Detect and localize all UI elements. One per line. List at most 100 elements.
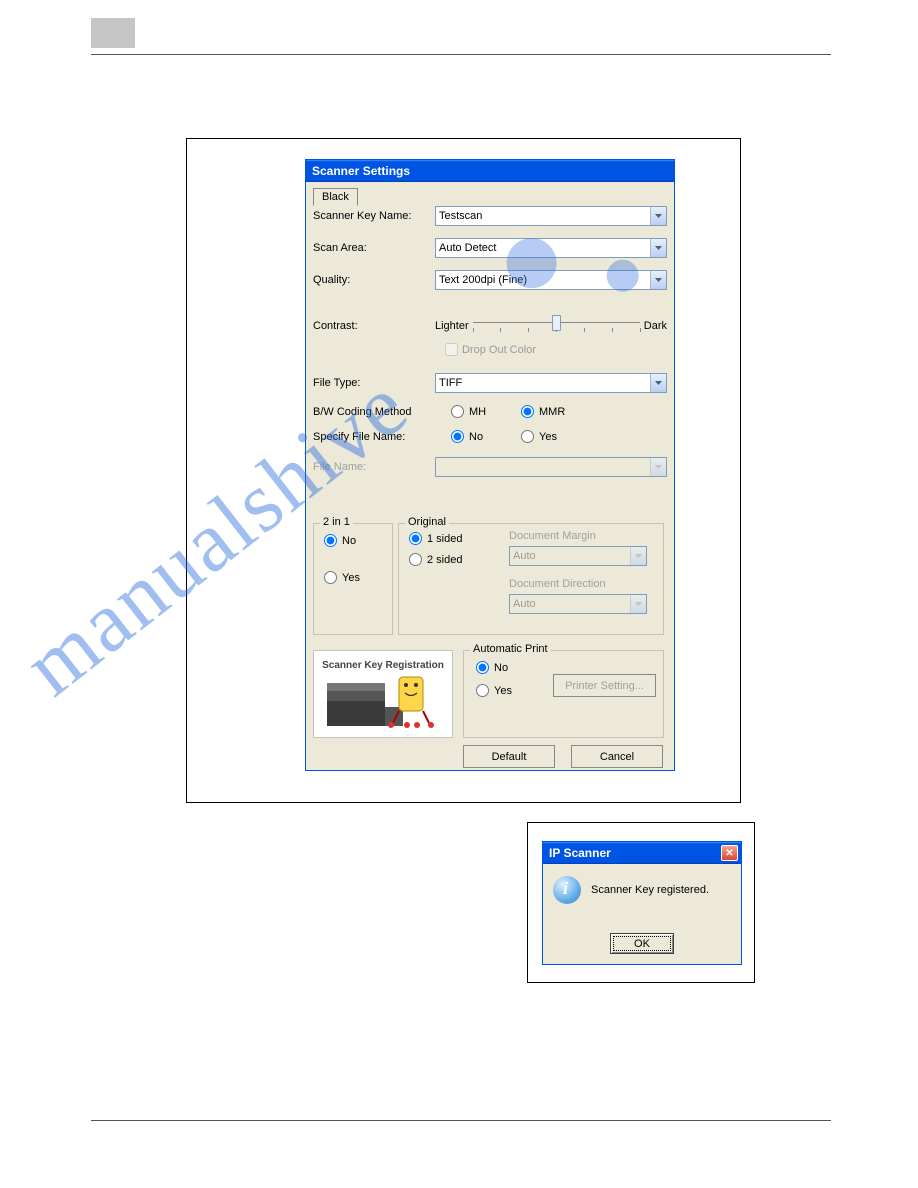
row-file-type: File Type: [313, 373, 667, 393]
quality-input[interactable] [435, 270, 667, 290]
doc-margin-input [509, 546, 647, 566]
fieldset-original: Original 1 sided 2 sided Document Margin… [398, 523, 664, 635]
doc-margin-combo [509, 546, 647, 566]
specify-file-label: Specify File Name: [313, 431, 435, 443]
info-icon [553, 876, 581, 904]
specify-yes-label: Yes [539, 431, 557, 443]
chevron-down-icon[interactable] [650, 207, 666, 225]
two-sided-option[interactable]: 2 sided [409, 553, 462, 566]
default-button[interactable]: Default [463, 745, 555, 768]
bw-coding-label: B/W Coding Method [313, 406, 435, 418]
bw-mmr-radio[interactable] [521, 405, 534, 418]
cancel-button[interactable]: Cancel [571, 745, 663, 768]
scanner-key-name-label: Scanner Key Name: [313, 210, 435, 222]
contrast-slider[interactable] [473, 314, 640, 338]
footer-rule [91, 1120, 831, 1121]
auto-no-label: No [494, 662, 508, 674]
ip-scanner-popup: IP Scanner ✕ Scanner Key registered. OK [542, 841, 742, 965]
chevron-down-icon[interactable] [650, 239, 666, 257]
bw-mh-option[interactable]: MH [435, 405, 505, 418]
scan-area-label: Scan Area: [313, 242, 435, 254]
specify-no-radio[interactable] [451, 430, 464, 443]
scanner-settings-dialog: Scanner Settings Black Scanner Key Name:… [305, 159, 675, 771]
chevron-down-icon [630, 547, 646, 565]
one-sided-label: 1 sided [427, 533, 462, 545]
dialog-titlebar: Scanner Settings [306, 160, 674, 182]
popup-message: Scanner Key registered. [591, 884, 709, 896]
dropout-label: Drop Out Color [462, 344, 536, 356]
doc-direction-label: Document Direction [509, 578, 606, 590]
one-sided-radio[interactable] [409, 532, 422, 545]
row-quality: Quality: [313, 270, 667, 290]
popup-title: IP Scanner [549, 846, 611, 860]
file-name-label: File Name: [313, 461, 435, 473]
scanner-key-name-input[interactable] [435, 206, 667, 226]
popup-frame: IP Scanner ✕ Scanner Key registered. OK [527, 822, 755, 983]
scan-area-input[interactable] [435, 238, 667, 258]
dropout-checkbox [445, 343, 458, 356]
legend-original: Original [405, 516, 449, 528]
row-dropout: Drop Out Color [441, 340, 667, 359]
row-file-name: File Name: [313, 457, 667, 477]
file-type-combo[interactable] [435, 373, 667, 393]
quality-label: Quality: [313, 274, 435, 286]
chevron-down-icon[interactable] [650, 271, 666, 289]
2in1-yes-label: Yes [342, 572, 360, 584]
2in1-no-option[interactable]: No [324, 534, 360, 547]
copier-illustration-icon [323, 673, 443, 728]
row-scan-area: Scan Area: [313, 238, 667, 258]
doc-direction-combo [509, 594, 647, 614]
two-sided-label: 2 sided [427, 554, 462, 566]
2in1-yes-option[interactable]: Yes [324, 571, 360, 584]
printer-setting-button: Printer Setting... [553, 674, 656, 697]
row-specify-file: Specify File Name: No Yes [313, 430, 667, 443]
auto-yes-radio[interactable] [476, 684, 489, 697]
dialog-title: Scanner Settings [312, 164, 410, 178]
bw-mh-radio[interactable] [451, 405, 464, 418]
file-name-combo [435, 457, 667, 477]
bw-mmr-label: MMR [539, 406, 565, 418]
specify-yes-radio[interactable] [521, 430, 534, 443]
ok-button[interactable]: OK [610, 933, 674, 954]
2in1-yes-radio[interactable] [324, 571, 337, 584]
popup-titlebar: IP Scanner ✕ [543, 842, 741, 864]
one-sided-option[interactable]: 1 sided [409, 532, 462, 545]
chevron-down-icon [630, 595, 646, 613]
doc-direction-input [509, 594, 647, 614]
scanner-key-reg-caption: Scanner Key Registration [322, 660, 444, 671]
legend-auto-print: Automatic Print [470, 643, 551, 655]
auto-no-option[interactable]: No [476, 661, 512, 674]
slider-thumb[interactable] [552, 315, 561, 331]
page-header-block [91, 18, 135, 48]
two-sided-radio[interactable] [409, 553, 422, 566]
popup-body: Scanner Key registered. [543, 864, 741, 904]
specify-no-option[interactable]: No [435, 430, 505, 443]
chevron-down-icon[interactable] [650, 374, 666, 392]
scanner-key-name-combo[interactable] [435, 206, 667, 226]
dialog-body: Scanner Key Name: Scan Area: Quality: [313, 206, 667, 763]
contrast-lighter-label: Lighter [435, 320, 469, 332]
2in1-no-label: No [342, 535, 356, 547]
scan-area-combo[interactable] [435, 238, 667, 258]
legend-2in1: 2 in 1 [320, 516, 353, 528]
fieldset-2in1: 2 in 1 No Yes [313, 523, 393, 635]
2in1-no-radio[interactable] [324, 534, 337, 547]
screenshot-frame: Scanner Settings Black Scanner Key Name:… [186, 138, 741, 803]
specify-yes-option[interactable]: Yes [505, 430, 575, 443]
auto-no-radio[interactable] [476, 661, 489, 674]
auto-yes-option[interactable]: Yes [476, 684, 512, 697]
bw-mh-label: MH [469, 406, 486, 418]
specify-no-label: No [469, 431, 483, 443]
quality-combo[interactable] [435, 270, 667, 290]
row-bw-coding: B/W Coding Method MH MMR [313, 405, 667, 418]
scanner-key-registration-image[interactable]: Scanner Key Registration [313, 650, 453, 738]
bw-mmr-option[interactable]: MMR [505, 405, 575, 418]
close-icon[interactable]: ✕ [721, 845, 738, 861]
doc-margin-label: Document Margin [509, 530, 596, 542]
file-type-label: File Type: [313, 377, 435, 389]
row-contrast: Contrast: Lighter Dark [313, 314, 667, 338]
auto-yes-label: Yes [494, 685, 512, 697]
file-type-input[interactable] [435, 373, 667, 393]
tab-black[interactable]: Black [313, 188, 358, 206]
contrast-dark-label: Dark [644, 320, 667, 332]
